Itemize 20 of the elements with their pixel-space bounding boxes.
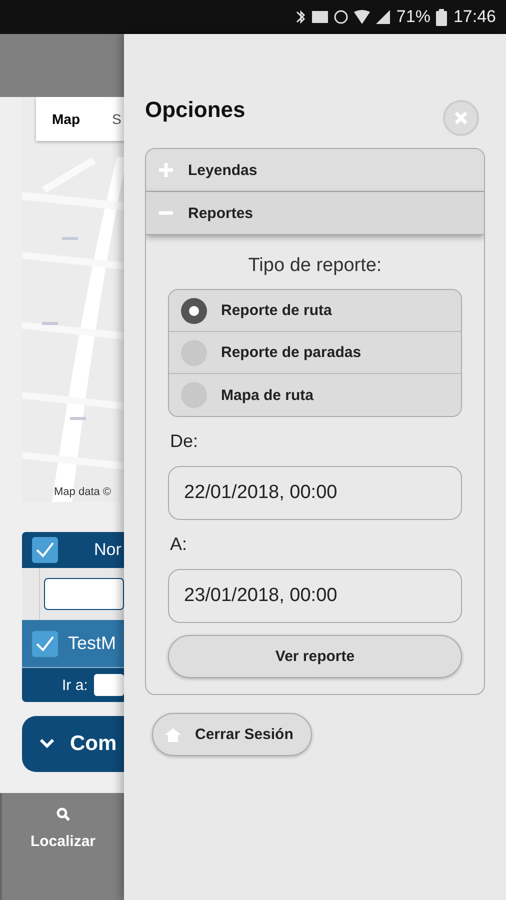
to-label: A: <box>169 533 188 556</box>
panel-title: Opciones <box>145 97 246 123</box>
accordion-header[interactable]: Reportes <box>146 192 484 235</box>
accordion-header[interactable]: Leyendas <box>146 149 484 192</box>
map-attribution: Map data © <box>54 486 112 498</box>
report-type-label: Tipo de reporte: <box>247 254 383 278</box>
collapse-button[interactable]: Com <box>22 716 124 772</box>
battery-percent: 71% <box>396 7 430 27</box>
map-type-tab[interactable]: S <box>96 97 124 141</box>
clock: 17:46 <box>453 7 496 27</box>
view-report-button[interactable]: Ver reporte <box>168 635 462 678</box>
to-date-field[interactable]: 23/01/2018, 00:00 <box>168 569 462 623</box>
from-date-field[interactable]: 22/01/2018, 00:00 <box>168 466 462 520</box>
logout-button[interactable]: Cerrar Sesión <box>152 713 312 756</box>
map-type-tab[interactable]: Map <box>36 97 96 141</box>
goto-label: Ir a: <box>62 676 88 694</box>
report-type-option[interactable]: Reporte de ruta <box>169 290 461 332</box>
table-cell: TestM <box>68 633 116 654</box>
column-header: Nor <box>94 540 122 560</box>
from-label: De: <box>169 430 200 453</box>
